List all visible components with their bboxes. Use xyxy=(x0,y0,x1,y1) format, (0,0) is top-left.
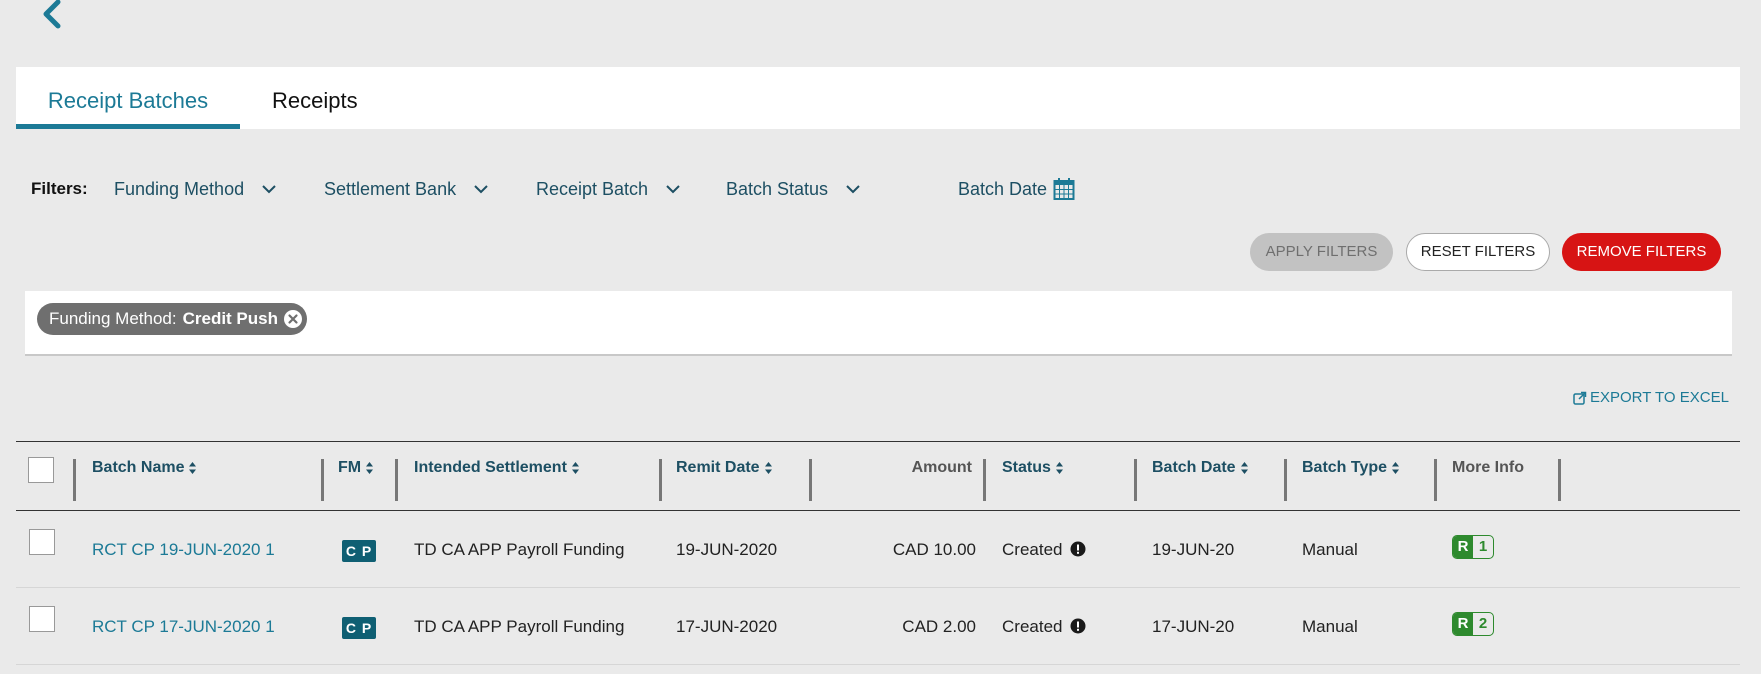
tab-bar: Receipt Batches Receipts xyxy=(16,67,1740,129)
calendar-icon[interactable] xyxy=(1053,177,1075,201)
sort-icon xyxy=(1392,462,1400,474)
remove-filters-button[interactable]: REMOVE FILTERS xyxy=(1562,233,1721,271)
filter-funding-method[interactable]: Funding Method xyxy=(114,177,276,201)
column-header-label: Batch Date xyxy=(1152,459,1236,476)
column-header-amount: Amount xyxy=(826,459,972,477)
column-header-label: Intended Settlement xyxy=(414,459,567,476)
column-header-remit-date[interactable]: Remit Date xyxy=(676,459,773,477)
batch-date: 17-JUN-20 xyxy=(1152,617,1235,636)
chip-key: Funding Method: xyxy=(49,309,177,328)
batch-date: 19-JUN-20 xyxy=(1152,540,1235,559)
row-checkbox[interactable] xyxy=(29,529,55,555)
filter-settlement-bank[interactable]: Settlement Bank xyxy=(324,177,488,201)
status-cell: Created xyxy=(1002,540,1086,560)
sort-icon xyxy=(764,462,772,474)
filter-batch-date[interactable]: Batch Date xyxy=(958,177,1075,201)
status-text: Created xyxy=(1002,617,1063,636)
active-filters-panel: Funding Method: Credit Push xyxy=(25,291,1732,356)
column-separator xyxy=(659,459,662,501)
status-cell: Created xyxy=(1002,617,1086,637)
column-separator xyxy=(395,459,398,501)
column-header-label: Remit Date xyxy=(676,459,760,476)
column-header-batch-type[interactable]: Batch Type xyxy=(1302,459,1400,477)
column-header-label: More Info xyxy=(1452,459,1524,476)
filter-label: Receipt Batch xyxy=(536,178,649,199)
column-header-fm[interactable]: FM xyxy=(338,459,374,477)
sort-icon xyxy=(1055,462,1063,474)
filters-label: Filters: xyxy=(31,179,88,198)
sort-icon xyxy=(189,462,197,474)
amount: CAD 10.00 xyxy=(892,540,976,559)
status-text: Created xyxy=(1002,540,1063,559)
select-all-checkbox[interactable] xyxy=(28,457,54,483)
row-checkbox[interactable] xyxy=(29,606,55,632)
fm-badge: C P xyxy=(342,617,376,639)
filter-label: Batch Status xyxy=(726,178,829,199)
export-to-excel-link[interactable]: EXPORT TO EXCEL xyxy=(1573,389,1729,406)
chevron-down-icon xyxy=(474,185,488,194)
info-badge-count: 1 xyxy=(1478,538,1488,555)
table-header: Batch Name FM Intended Settlement Remit … xyxy=(16,441,1740,511)
info-badge-count: 2 xyxy=(1478,615,1488,632)
column-separator xyxy=(73,459,76,501)
filter-label: Funding Method xyxy=(114,178,245,199)
batch-type: Manual xyxy=(1302,617,1358,636)
intended-settlement: TD CA APP Payroll Funding xyxy=(414,540,625,559)
column-separator xyxy=(1284,459,1287,501)
column-header-batch-date[interactable]: Batch Date xyxy=(1152,459,1249,477)
column-header-label: Batch Name xyxy=(92,459,185,476)
info-badge-letter: R xyxy=(1453,536,1473,558)
sort-icon xyxy=(1240,462,1248,474)
remove-chip-icon[interactable] xyxy=(283,309,303,329)
column-separator xyxy=(1434,459,1437,501)
column-header-more-info: More Info xyxy=(1452,459,1524,477)
column-header-batch-name[interactable]: Batch Name xyxy=(92,459,197,477)
export-label: EXPORT TO EXCEL xyxy=(1590,389,1729,406)
filter-batch-status[interactable]: Batch Status xyxy=(726,177,860,201)
filter-label: Batch Date xyxy=(958,178,1048,199)
column-header-status[interactable]: Status xyxy=(1002,459,1064,477)
column-separator xyxy=(809,459,812,501)
remit-date: 17-JUN-2020 xyxy=(676,617,778,636)
column-separator xyxy=(983,459,986,501)
amount: CAD 2.00 xyxy=(902,617,976,636)
intended-settlement: TD CA APP Payroll Funding xyxy=(414,617,625,636)
column-header-label: FM xyxy=(338,459,362,476)
export-icon xyxy=(1573,391,1587,405)
remit-date: 19-JUN-2020 xyxy=(676,540,778,559)
more-info-badge[interactable]: R 1 xyxy=(1452,535,1494,559)
sort-icon xyxy=(366,462,374,474)
column-header-label: Status xyxy=(1002,459,1051,476)
active-filter-chip: Funding Method: Credit Push xyxy=(37,303,307,335)
batch-type: Manual xyxy=(1302,540,1358,559)
batch-name-link[interactable]: RCT CP 19-JUN-2020 1 xyxy=(92,540,275,560)
info-icon[interactable] xyxy=(1070,541,1086,557)
tab-receipt-batches[interactable]: Receipt Batches xyxy=(16,67,240,129)
table-row[interactable]: RCT CP 17-JUN-2020 1 C P TD CA APP Payro… xyxy=(16,588,1740,665)
column-header-label: Amount xyxy=(911,459,972,476)
batch-name-link[interactable]: RCT CP 17-JUN-2020 1 xyxy=(92,617,275,637)
column-separator xyxy=(1558,459,1561,501)
fm-badge: C P xyxy=(342,540,376,562)
column-header-intended-settlement[interactable]: Intended Settlement xyxy=(414,459,580,477)
column-header-label: Batch Type xyxy=(1302,459,1388,476)
table-row[interactable]: RCT CP 19-JUN-2020 1 C P TD CA APP Payro… xyxy=(16,511,1740,588)
info-icon[interactable] xyxy=(1070,618,1086,634)
more-info-badge[interactable]: R 2 xyxy=(1452,612,1494,636)
filter-receipt-batch[interactable]: Receipt Batch xyxy=(536,177,680,201)
column-separator xyxy=(321,459,324,501)
info-badge-letter: R xyxy=(1453,613,1473,635)
back-chevron-icon[interactable] xyxy=(38,0,68,38)
sort-icon xyxy=(571,462,579,474)
chevron-down-icon xyxy=(846,185,860,194)
chevron-down-icon xyxy=(262,185,276,194)
chevron-down-icon xyxy=(666,185,680,194)
apply-filters-button[interactable]: APPLY FILTERS xyxy=(1250,233,1393,271)
reset-filters-button[interactable]: RESET FILTERS xyxy=(1406,233,1550,271)
chip-value: Credit Push xyxy=(182,309,278,328)
filter-label: Settlement Bank xyxy=(324,178,457,199)
tab-receipts[interactable]: Receipts xyxy=(272,67,402,129)
column-separator xyxy=(1134,459,1137,501)
